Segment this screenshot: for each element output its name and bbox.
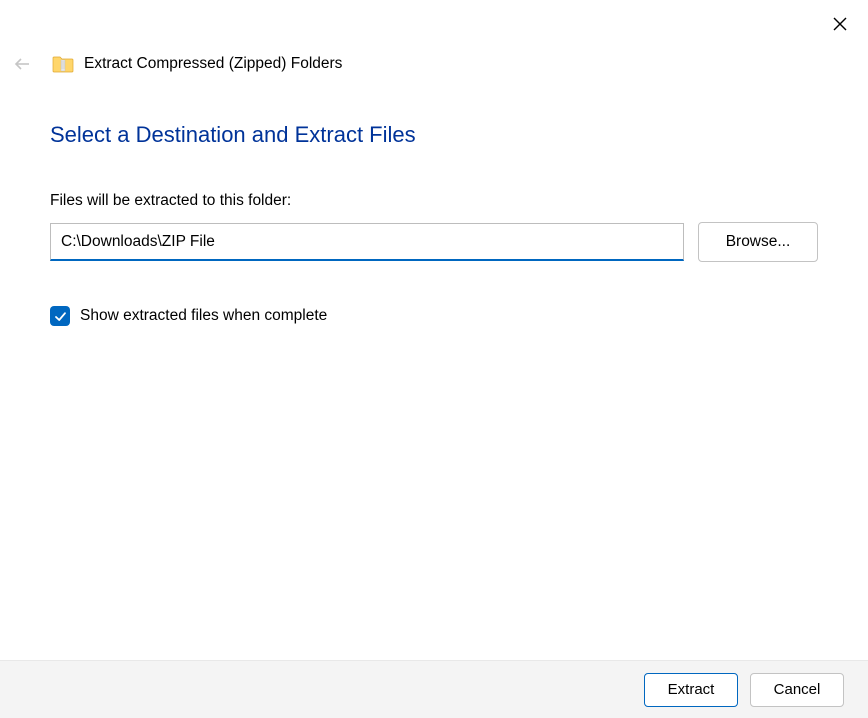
titlebar: Extract Compressed (Zipped) Folders — [10, 52, 342, 76]
footer: Extract Cancel — [0, 660, 868, 718]
page-heading: Select a Destination and Extract Files — [50, 122, 818, 148]
cancel-button[interactable]: Cancel — [750, 673, 844, 707]
close-icon — [833, 17, 847, 31]
zip-folder-icon — [52, 55, 74, 73]
destination-label: Files will be extracted to this folder: — [50, 192, 818, 210]
show-files-checkbox[interactable] — [50, 306, 70, 326]
show-files-checkbox-row: Show extracted files when complete — [50, 306, 818, 326]
window-title: Extract Compressed (Zipped) Folders — [84, 55, 342, 73]
back-button[interactable] — [10, 52, 34, 76]
browse-button[interactable]: Browse... — [698, 222, 818, 262]
checkmark-icon — [54, 310, 67, 323]
destination-row: Browse... — [50, 222, 818, 262]
content-area: Select a Destination and Extract Files F… — [50, 122, 818, 326]
close-button[interactable] — [826, 10, 854, 38]
destination-input[interactable] — [50, 223, 684, 261]
extract-button[interactable]: Extract — [644, 673, 738, 707]
arrow-left-icon — [13, 55, 31, 73]
show-files-checkbox-label: Show extracted files when complete — [80, 307, 327, 325]
